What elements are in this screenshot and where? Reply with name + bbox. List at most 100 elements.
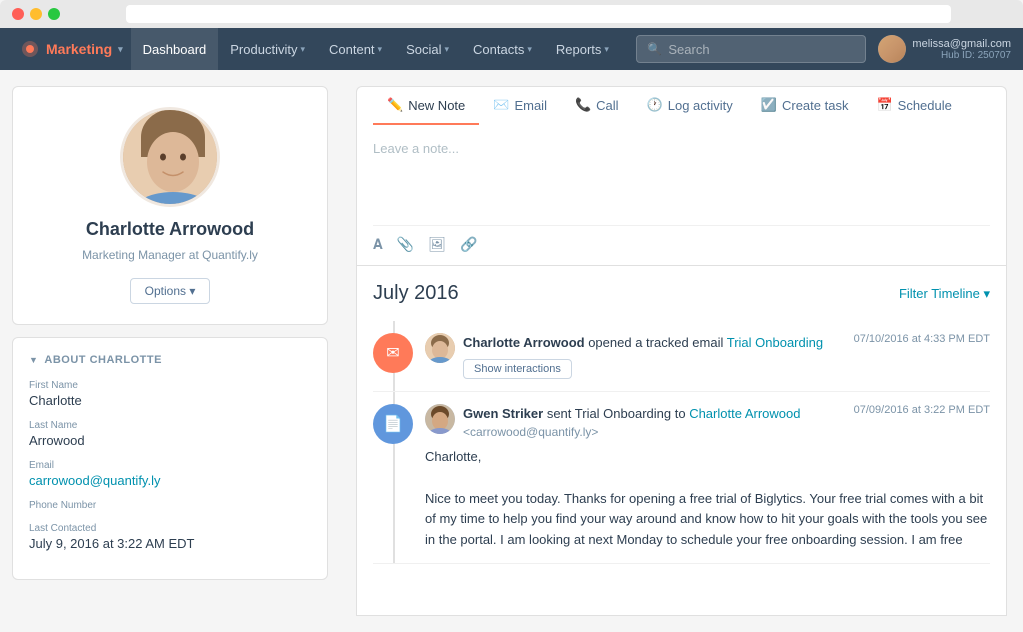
tab-new-note[interactable]: ✏️ New Note [373, 87, 479, 125]
doc-item-row: Gwen Striker sent Trial Onboarding to Ch… [425, 404, 990, 440]
social-chevron: ▾ [445, 44, 450, 55]
note-input[interactable]: Leave a note... [373, 137, 990, 217]
trial-onboarding-link[interactable]: Trial Onboarding [727, 335, 823, 350]
profile-card: Charlotte Arrowood Marketing Manager at … [12, 86, 328, 325]
tab-call[interactable]: 📞 Call [561, 87, 633, 125]
hubspot-icon [20, 39, 40, 59]
email-event-time: 07/10/2016 at 4:33 PM EDT [854, 333, 990, 345]
attachment-icon[interactable]: 📎 [397, 236, 414, 253]
field-value-email[interactable]: carrowood@quantify.ly [29, 473, 311, 488]
text-format-icon[interactable]: 𝐀 [373, 236, 383, 253]
email-event-content: Charlotte Arrowood opened a tracked emai… [425, 333, 990, 379]
nav-dashboard[interactable]: Dashboard [131, 28, 219, 70]
clock-icon: 🕐 [647, 97, 663, 113]
field-last-name: Last Name Arrowood [29, 420, 311, 448]
email-item-row: Charlotte Arrowood opened a tracked emai… [425, 333, 990, 379]
calendar-icon: 📅 [876, 97, 892, 113]
options-button[interactable]: Options ▾ [130, 278, 211, 304]
nav-contacts[interactable]: Contacts ▾ [461, 28, 544, 70]
email-action: opened a tracked email [588, 335, 727, 350]
nav-reports[interactable]: Reports ▾ [544, 28, 621, 70]
timeline-header: July 2016 Filter Timeline ▾ [373, 282, 990, 305]
reports-chevron: ▾ [604, 44, 609, 55]
field-label-email: Email [29, 460, 311, 471]
email-event-row: Charlotte Arrowood opened a tracked emai… [463, 333, 990, 353]
note-toolbar: 𝐀 📎 🖼 🔗 [373, 225, 990, 253]
doc-event-icon: 📄 [373, 404, 413, 444]
tabs-bar: ✏️ New Note ✉️ Email 📞 Call 🕐 Log activi… [356, 86, 1007, 125]
about-header: ▼ ABOUT CHARLOTTE [29, 354, 311, 366]
email-event-text: Charlotte Arrowood opened a tracked emai… [463, 333, 823, 353]
doc-event-time: 07/09/2016 at 3:22 PM EDT [854, 404, 990, 416]
pencil-icon: ✏️ [387, 97, 403, 113]
user-info: melissa@gmail.com Hub ID: 250707 [912, 38, 1011, 61]
field-value-last-contacted: July 9, 2016 at 3:22 AM EDT [29, 536, 311, 551]
document-icon: 📄 [383, 414, 403, 434]
search-icon: 🔍 [647, 42, 662, 56]
field-first-name: First Name Charlotte [29, 380, 311, 408]
image-icon[interactable]: 🖼 [428, 236, 446, 253]
minimize-button[interactable] [30, 8, 42, 20]
avatar [120, 107, 220, 207]
field-value-first-name: Charlotte [29, 393, 311, 408]
nav-productivity[interactable]: Productivity ▾ [218, 28, 317, 70]
doc-event-sub: <carrowood@quantify.ly> [463, 425, 990, 439]
url-bar[interactable] [126, 5, 951, 23]
close-button[interactable] [12, 8, 24, 20]
about-triangle-icon: ▼ [29, 355, 38, 365]
charlotte-link[interactable]: Charlotte Arrowood [689, 406, 800, 421]
email-item-main: Charlotte Arrowood opened a tracked emai… [463, 333, 990, 379]
timeline-item-doc: 📄 [373, 392, 990, 564]
charlotte-avatar-small [425, 333, 455, 363]
tab-log-activity[interactable]: 🕐 Log activity [633, 87, 747, 125]
link-icon[interactable]: 🔗 [460, 236, 477, 253]
email-event-icon: ✉ [373, 333, 413, 373]
about-card: ▼ ABOUT CHARLOTTE First Name Charlotte L… [12, 337, 328, 580]
avatar-image [878, 35, 906, 63]
nav-brand[interactable]: Marketing ▾ [12, 39, 131, 59]
content-chevron: ▾ [378, 44, 383, 55]
avatar-image [123, 107, 217, 207]
email-icon: ✉️ [493, 97, 509, 113]
user-avatar[interactable] [878, 35, 906, 63]
doc-event-content: Gwen Striker sent Trial Onboarding to Ch… [425, 404, 990, 551]
field-label-last-contacted: Last Contacted [29, 523, 311, 534]
contacts-chevron: ▾ [527, 44, 532, 55]
field-last-contacted: Last Contacted July 9, 2016 at 3:22 AM E… [29, 523, 311, 551]
tab-email[interactable]: ✉️ Email [479, 87, 561, 125]
about-title: ABOUT CHARLOTTE [44, 354, 162, 366]
gwen-avatar-small [425, 404, 455, 434]
timeline-month: July 2016 [373, 282, 459, 305]
user-hub-id: Hub ID: 250707 [912, 50, 1011, 61]
search-box[interactable]: 🔍 Search [636, 35, 866, 63]
nav-content[interactable]: Content ▾ [317, 28, 394, 70]
nav-search-area: 🔍 Search [636, 35, 866, 63]
productivity-chevron: ▾ [300, 44, 305, 55]
left-panel: Charlotte Arrowood Marketing Manager at … [0, 70, 340, 632]
field-phone: Phone Number [29, 500, 311, 511]
field-label-first-name: First Name [29, 380, 311, 391]
note-area: Leave a note... 𝐀 📎 🖼 🔗 [356, 125, 1007, 266]
tab-create-task[interactable]: ☑️ Create task [747, 87, 863, 125]
doc-event-row: Gwen Striker sent Trial Onboarding to Ch… [463, 404, 990, 424]
timeline-list: ✉ [373, 321, 990, 564]
timeline-section: July 2016 Filter Timeline ▾ ✉ [356, 266, 1007, 616]
doc-item-main: Gwen Striker sent Trial Onboarding to Ch… [463, 404, 990, 440]
title-bar [0, 0, 1023, 28]
tab-schedule[interactable]: 📅 Schedule [862, 87, 965, 125]
phone-icon: 📞 [575, 97, 591, 113]
nav-user: melissa@gmail.com Hub ID: 250707 [878, 35, 1011, 63]
brand-chevron: ▾ [118, 44, 123, 55]
doc-event-text: Gwen Striker sent Trial Onboarding to Ch… [463, 404, 800, 424]
filter-timeline-button[interactable]: Filter Timeline ▾ [899, 286, 990, 302]
right-panel: ✏️ New Note ✉️ Email 📞 Call 🕐 Log activi… [340, 70, 1023, 632]
navbar: Marketing ▾ Dashboard Productivity ▾ Con… [0, 28, 1023, 70]
maximize-button[interactable] [48, 8, 60, 20]
user-email: melissa@gmail.com [912, 38, 1011, 50]
nav-social[interactable]: Social ▾ [394, 28, 461, 70]
show-interactions-button[interactable]: Show interactions [463, 359, 572, 379]
field-value-last-name: Arrowood [29, 433, 311, 448]
doc-action: sent Trial Onboarding to [547, 406, 689, 421]
profile-title: Marketing Manager at Quantify.ly [82, 248, 258, 262]
main-layout: Charlotte Arrowood Marketing Manager at … [0, 70, 1023, 632]
